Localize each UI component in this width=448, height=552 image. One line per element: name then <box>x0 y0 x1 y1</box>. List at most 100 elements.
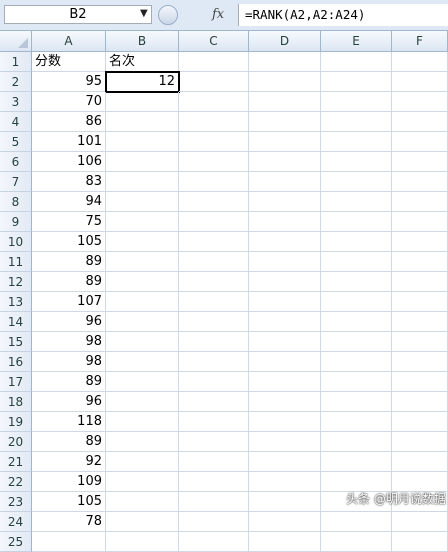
row-header[interactable]: 3 <box>0 92 32 112</box>
cell-e5[interactable] <box>321 132 392 152</box>
cell-f2[interactable] <box>392 72 448 92</box>
row-header[interactable]: 22 <box>0 472 32 492</box>
cell-a7[interactable]: 83 <box>32 172 106 192</box>
cell-f14[interactable] <box>392 312 448 332</box>
cell-b6[interactable] <box>106 152 179 172</box>
row-header[interactable]: 17 <box>0 372 32 392</box>
cell-f22[interactable] <box>392 472 448 492</box>
cell-d21[interactable] <box>249 452 321 472</box>
cell-f11[interactable] <box>392 252 448 272</box>
cell-b8[interactable] <box>106 192 179 212</box>
insert-function-icon[interactable]: fx <box>212 7 224 22</box>
cell-c21[interactable] <box>179 452 249 472</box>
cell-b14[interactable] <box>106 312 179 332</box>
cell-d10[interactable] <box>249 232 321 252</box>
cell-d9[interactable] <box>249 212 321 232</box>
cell-d6[interactable] <box>249 152 321 172</box>
cell-e18[interactable] <box>321 392 392 412</box>
cell-d5[interactable] <box>249 132 321 152</box>
cell-a15[interactable]: 98 <box>32 332 106 352</box>
cell-f15[interactable] <box>392 332 448 352</box>
cell-e20[interactable] <box>321 432 392 452</box>
cell-a23[interactable]: 105 <box>32 492 106 512</box>
cell-a10[interactable]: 105 <box>32 232 106 252</box>
cell-d22[interactable] <box>249 472 321 492</box>
cell-f16[interactable] <box>392 352 448 372</box>
cell-c10[interactable] <box>179 232 249 252</box>
row-header[interactable]: 10 <box>0 232 32 252</box>
cell-e4[interactable] <box>321 112 392 132</box>
cell-b17[interactable] <box>106 372 179 392</box>
row-header[interactable]: 15 <box>0 332 32 352</box>
cell-e15[interactable] <box>321 332 392 352</box>
row-header[interactable]: 9 <box>0 212 32 232</box>
cell-b12[interactable] <box>106 272 179 292</box>
cell-b23[interactable] <box>106 492 179 512</box>
cell-a6[interactable]: 106 <box>32 152 106 172</box>
column-header-a[interactable]: A <box>32 31 106 51</box>
cell-d1[interactable] <box>249 52 321 72</box>
cell-f19[interactable] <box>392 412 448 432</box>
cell-c17[interactable] <box>179 372 249 392</box>
cell-c20[interactable] <box>179 432 249 452</box>
cell-a14[interactable]: 96 <box>32 312 106 332</box>
cell-a17[interactable]: 89 <box>32 372 106 392</box>
cell-c24[interactable] <box>179 512 249 532</box>
cell-a19[interactable]: 118 <box>32 412 106 432</box>
cell-d20[interactable] <box>249 432 321 452</box>
cell-f20[interactable] <box>392 432 448 452</box>
cell-b13[interactable] <box>106 292 179 312</box>
cell-e22[interactable] <box>321 472 392 492</box>
cell-a3[interactable]: 70 <box>32 92 106 112</box>
cell-e11[interactable] <box>321 252 392 272</box>
cell-a9[interactable]: 75 <box>32 212 106 232</box>
cell-a20[interactable]: 89 <box>32 432 106 452</box>
cell-c13[interactable] <box>179 292 249 312</box>
cell-c1[interactable] <box>179 52 249 72</box>
row-header[interactable]: 7 <box>0 172 32 192</box>
cell-c4[interactable] <box>179 112 249 132</box>
cell-b5[interactable] <box>106 132 179 152</box>
cell-b19[interactable] <box>106 412 179 432</box>
cell-e21[interactable] <box>321 452 392 472</box>
cell-c2[interactable] <box>179 72 249 92</box>
column-header-d[interactable]: D <box>249 31 321 51</box>
cell-f17[interactable] <box>392 372 448 392</box>
cell-f24[interactable] <box>392 512 448 532</box>
cell-d11[interactable] <box>249 252 321 272</box>
row-header[interactable]: 8 <box>0 192 32 212</box>
cell-d3[interactable] <box>249 92 321 112</box>
cell-f9[interactable] <box>392 212 448 232</box>
cell-d17[interactable] <box>249 372 321 392</box>
row-header[interactable]: 19 <box>0 412 32 432</box>
cell-f10[interactable] <box>392 232 448 252</box>
cell-d7[interactable] <box>249 172 321 192</box>
cell-b3[interactable] <box>106 92 179 112</box>
cell-e2[interactable] <box>321 72 392 92</box>
cell-a22[interactable]: 109 <box>32 472 106 492</box>
cell-c22[interactable] <box>179 472 249 492</box>
cell-e10[interactable] <box>321 232 392 252</box>
cell-b22[interactable] <box>106 472 179 492</box>
cell-e14[interactable] <box>321 312 392 332</box>
cell-e25[interactable] <box>321 532 392 552</box>
row-header[interactable]: 13 <box>0 292 32 312</box>
cell-c23[interactable] <box>179 492 249 512</box>
cell-e8[interactable] <box>321 192 392 212</box>
cell-e1[interactable] <box>321 52 392 72</box>
cell-a16[interactable]: 98 <box>32 352 106 372</box>
row-header[interactable]: 18 <box>0 392 32 412</box>
cell-a2[interactable]: 95 <box>32 72 106 92</box>
cell-c15[interactable] <box>179 332 249 352</box>
cell-d19[interactable] <box>249 412 321 432</box>
cell-b15[interactable] <box>106 332 179 352</box>
cell-e9[interactable] <box>321 212 392 232</box>
row-header[interactable]: 21 <box>0 452 32 472</box>
cell-f3[interactable] <box>392 92 448 112</box>
cell-d15[interactable] <box>249 332 321 352</box>
row-header[interactable]: 12 <box>0 272 32 292</box>
cell-d24[interactable] <box>249 512 321 532</box>
cell-d14[interactable] <box>249 312 321 332</box>
cell-c14[interactable] <box>179 312 249 332</box>
cell-b2[interactable]: 12 <box>105 71 180 93</box>
